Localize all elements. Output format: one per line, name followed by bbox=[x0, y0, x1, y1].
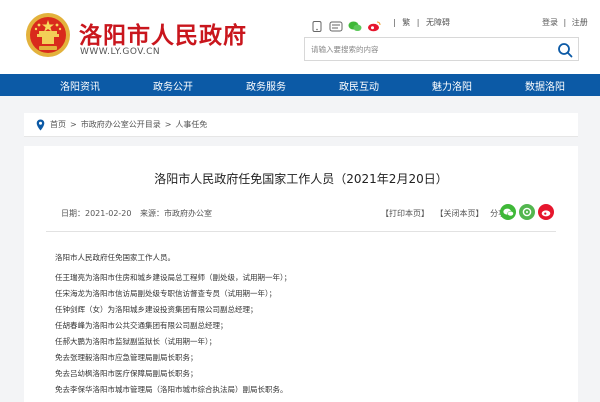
main-nav: 洛阳资讯 政务公开 政务服务 政民互动 魅力洛阳 数据洛阳 bbox=[0, 74, 600, 96]
breadcrumb: 首页 > 市政府办公室公开目录 > 人事任免 bbox=[24, 113, 578, 137]
share-icons bbox=[500, 204, 557, 220]
article-paragraph: 任郝大鹏为洛阳市监狱副监狱长（试用期一年）； bbox=[55, 337, 217, 346]
account-separator: | bbox=[563, 18, 567, 27]
article-paragraph: 免去李保华洛阳市城市管理局（洛阳市城市综合执法局）副局长职务。 bbox=[55, 385, 288, 394]
toolbar-separator: | bbox=[416, 18, 420, 27]
article-paragraph: 任宋海龙为洛阳市信访局副处级专职信访督查专员（试用期一年）； bbox=[55, 289, 277, 298]
search-input[interactable] bbox=[311, 43, 541, 56]
breadcrumb-separator: > bbox=[70, 120, 77, 129]
article-container: 洛阳市人民政府任免国家工作人员（2021年2月20日） 日期：2021-02-2… bbox=[24, 146, 578, 402]
site-header: 洛阳市人民政府 WWW.LY.GOV.CN | 繁 | 无障碍 登录 | 注册 bbox=[0, 0, 600, 74]
article-meta: 日期：2021-02-20 来源：市政府办公室 bbox=[61, 208, 218, 219]
toolbar-icons bbox=[310, 16, 386, 32]
article-source: 来源：市政府办公室 bbox=[140, 209, 213, 218]
article-paragraph: 任钟剑辉（女）为洛阳城乡建设投资集团有限公司副总经理； bbox=[55, 305, 258, 314]
article-paragraph: 洛阳市人民政府任免国家工作人员。 bbox=[55, 253, 175, 262]
share-wechat-icon[interactable] bbox=[500, 204, 516, 220]
nav-item-news[interactable]: 洛阳资讯 bbox=[60, 78, 100, 93]
mobile-icon[interactable] bbox=[310, 17, 324, 32]
national-emblem-icon bbox=[26, 13, 70, 57]
nav-item-interaction[interactable]: 政民互动 bbox=[339, 78, 379, 93]
nav-item-services[interactable]: 政务服务 bbox=[246, 78, 286, 93]
article-date: 日期：2021-02-20 bbox=[61, 209, 132, 218]
article-paragraph: 免去张理毅洛阳市应急管理局副局长职务； bbox=[55, 353, 198, 362]
nav-item-charm[interactable]: 魅力洛阳 bbox=[432, 78, 472, 93]
article-actions: 【打印本页】 【关闭本页】 分享： bbox=[381, 208, 518, 219]
nav-item-data[interactable]: 数据洛阳 bbox=[525, 78, 565, 93]
weibo-icon[interactable] bbox=[367, 17, 381, 31]
article-title: 洛阳市人民政府任免国家工作人员（2021年2月20日） bbox=[154, 172, 448, 186]
wechat-icon[interactable] bbox=[348, 17, 362, 31]
accessibility-link[interactable]: 无障碍 bbox=[426, 18, 450, 27]
article-paragraph: 任胡春峰为洛阳市公共交通集团有限公司副总经理； bbox=[55, 321, 228, 330]
toolbar-links: | 繁 | 无障碍 bbox=[393, 17, 454, 28]
register-link[interactable]: 注册 bbox=[572, 18, 588, 27]
site-url: WWW.LY.GOV.CN bbox=[80, 47, 161, 57]
article-paragraph: 任王瑞亮为洛阳市住房和城乡建设局总工程师（副处级，试用期一年）； bbox=[55, 273, 292, 282]
traditional-chinese-link[interactable]: 繁 bbox=[402, 18, 410, 27]
close-page-button[interactable]: 【关闭本页】 bbox=[436, 209, 484, 218]
share-weibo-icon[interactable] bbox=[538, 204, 554, 220]
wechat-app-icon[interactable] bbox=[329, 17, 343, 31]
breadcrumb-directory[interactable]: 市政府办公室公开目录 bbox=[81, 119, 161, 130]
breadcrumb-current[interactable]: 人事任免 bbox=[175, 119, 207, 130]
print-button[interactable]: 【打印本页】 bbox=[381, 209, 429, 218]
share-moments-icon[interactable] bbox=[519, 204, 535, 220]
breadcrumb-separator: > bbox=[164, 120, 172, 129]
toolbar-separator: | bbox=[393, 18, 396, 27]
site-title[interactable]: 洛阳市人民政府 bbox=[79, 16, 247, 50]
login-link[interactable]: 登录 bbox=[542, 18, 558, 27]
location-pin-icon bbox=[36, 119, 45, 130]
divider bbox=[46, 231, 556, 232]
article-body: 洛阳市人民政府任免国家工作人员。 任王瑞亮为洛阳市住房和城乡建设局总工程师（副处… bbox=[55, 250, 555, 398]
breadcrumb-home[interactable]: 首页 bbox=[50, 119, 66, 130]
nav-item-open-government[interactable]: 政务公开 bbox=[153, 78, 193, 93]
account-links: 登录 | 注册 bbox=[542, 17, 591, 28]
article-paragraph: 免去吕幼枫洛阳市医疗保障局副局长职务； bbox=[55, 369, 198, 378]
search-icon[interactable] bbox=[556, 41, 574, 59]
search-box bbox=[304, 37, 579, 61]
